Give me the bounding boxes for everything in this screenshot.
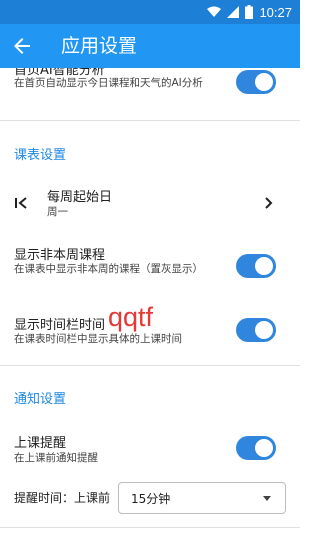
signal-icon <box>227 6 240 18</box>
chevron-right-icon <box>265 197 273 209</box>
reminder-time-row: 提醒时间：上课前 15分钟 <box>0 478 300 518</box>
ai-analysis-switch[interactable] <box>236 70 276 94</box>
battery-icon <box>245 5 254 19</box>
show-time-column-title: 显示时间栏时间 <box>14 318 106 333</box>
divider <box>0 527 300 528</box>
week-start-title: 每周起始日 <box>47 190 113 205</box>
class-reminder-subtitle: 在上课前通知提醒 <box>14 452 98 464</box>
show-time-column-subtitle: 在课表时间栏中显示具体的上课时间 <box>14 333 182 345</box>
show-time-column-switch[interactable] <box>236 318 276 342</box>
wifi-icon <box>207 6 222 17</box>
ai-analysis-row[interactable]: 首页AI智能分析 在首页自动显示今日课程和天气的AI分析 <box>0 68 300 128</box>
back-arrow-icon[interactable] <box>10 34 34 58</box>
schedule-section-header: 课表设置 <box>14 148 67 163</box>
watermark-text: qqtf <box>108 302 154 332</box>
reminder-time-value: 15分钟 <box>131 492 171 506</box>
divider <box>0 120 300 121</box>
reminder-time-dropdown[interactable]: 15分钟 <box>118 482 286 514</box>
settings-list: 首页AI智能分析 在首页自动显示今日课程和天气的AI分析 课表设置 每周起始日 … <box>0 68 300 533</box>
page-title: 应用设置 <box>61 35 138 57</box>
week-start-row[interactable]: 每周起始日 周一 <box>0 176 300 232</box>
class-reminder-title: 上课提醒 <box>14 436 67 451</box>
first-page-icon <box>15 197 27 209</box>
dropdown-arrow-icon <box>263 496 271 501</box>
reminder-time-label: 提醒时间：上课前 <box>14 491 111 505</box>
show-non-week-row[interactable]: 显示非本周课程 在课表中显示非本周的课程（置灰显示） <box>0 240 300 296</box>
show-non-week-title: 显示非本周课程 <box>14 248 106 263</box>
app-bar: 应用设置 <box>0 24 300 68</box>
show-non-week-subtitle: 在课表中显示非本周的课程（置灰显示） <box>14 263 203 275</box>
show-non-week-switch[interactable] <box>236 254 276 278</box>
notify-section-header: 通知设置 <box>14 392 67 407</box>
ai-analysis-subtitle: 在首页自动显示今日课程和天气的AI分析 <box>14 77 203 89</box>
class-reminder-row[interactable]: 上课提醒 在上课前通知提醒 <box>0 424 300 470</box>
divider <box>0 365 300 366</box>
week-start-value: 周一 <box>47 206 68 218</box>
status-bar: 10:27 <box>0 0 300 24</box>
class-reminder-switch[interactable] <box>236 436 276 460</box>
status-time: 10:27 <box>259 4 292 20</box>
